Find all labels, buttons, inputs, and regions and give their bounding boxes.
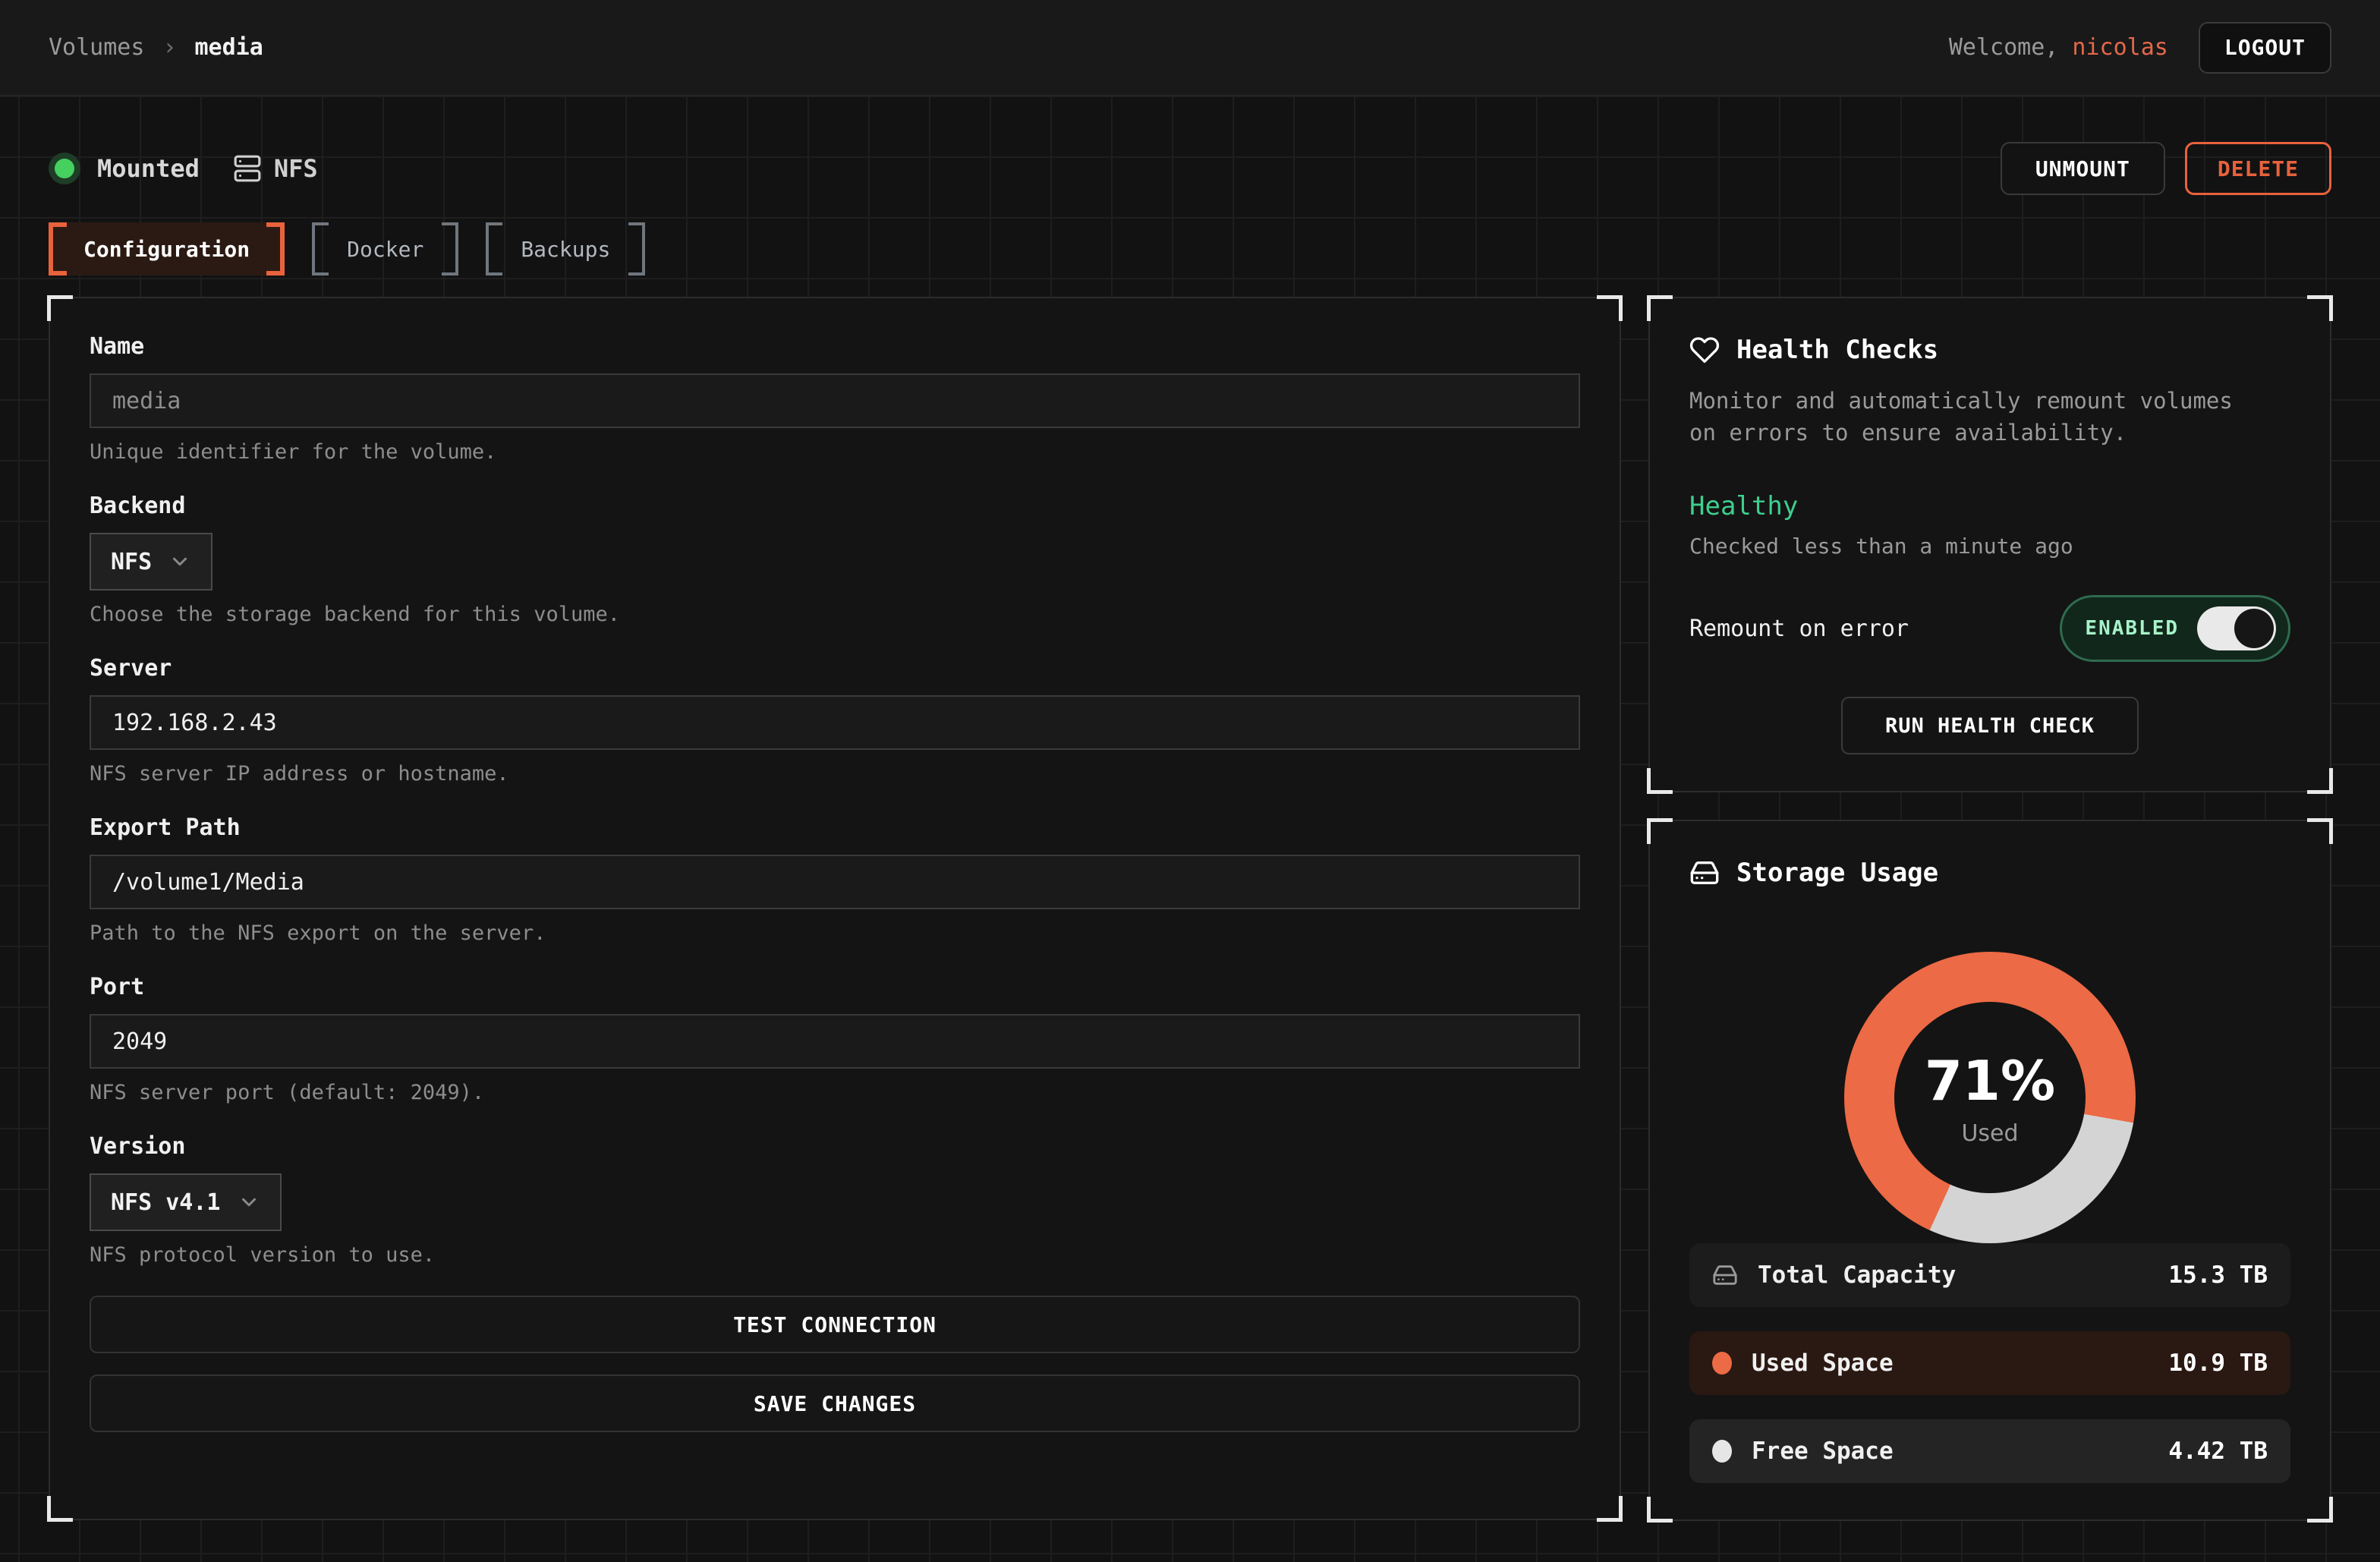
mount-status: Mounted	[49, 153, 200, 184]
remount-toggle-label: ENABLED	[2085, 617, 2179, 640]
welcome-text: Welcome, nicolas	[1949, 34, 2168, 61]
export-path-field-group: Export Path Path to the NFS export on th…	[90, 814, 1580, 945]
backend-field-group: Backend NFS Choose the storage backend f…	[90, 493, 1580, 626]
toggle-knob	[2234, 609, 2274, 648]
tab-bar: Configuration Docker Backups	[49, 222, 2331, 276]
server-field-group: Server NFS server IP address or hostname…	[90, 655, 1580, 786]
name-field-group: Name Unique identifier for the volume.	[90, 333, 1580, 464]
delete-button[interactable]: DELETE	[2185, 142, 2331, 195]
unmount-button[interactable]: UNMOUNT	[2001, 142, 2165, 195]
breadcrumb-current-volume: media	[195, 34, 263, 61]
version-helper: NFS protocol version to use.	[90, 1243, 1580, 1267]
free-space-dot-icon	[1712, 1440, 1732, 1463]
health-status-badge: Healthy	[1689, 491, 2290, 521]
free-space-row: Free Space 4.42 TB	[1689, 1419, 2290, 1483]
hard-drive-icon	[1689, 858, 1720, 888]
corner-bracket	[2307, 768, 2333, 794]
volume-status-row: Mounted NFS UNMOUNT DELETE	[49, 142, 2331, 195]
backend-badge: NFS	[233, 154, 318, 183]
storage-percent-caption: Used	[1961, 1120, 2018, 1147]
total-capacity-row: Total Capacity 15.3 TB	[1689, 1243, 2290, 1307]
used-space-value: 10.9 TB	[2168, 1349, 2268, 1377]
free-space-value: 4.42 TB	[2168, 1438, 2268, 1465]
mount-status-label: Mounted	[97, 154, 200, 183]
breadcrumb: Volumes › media	[49, 34, 263, 61]
corner-bracket	[1647, 295, 1673, 321]
used-space-dot-icon	[1712, 1352, 1732, 1375]
used-space-label: Used Space	[1752, 1349, 1894, 1377]
server-label: Server	[90, 655, 1580, 682]
health-last-checked: Checked less than a minute ago	[1689, 534, 2290, 559]
corner-bracket	[2307, 1497, 2333, 1523]
corner-bracket	[2307, 818, 2333, 844]
port-input[interactable]	[90, 1014, 1580, 1069]
free-space-label: Free Space	[1752, 1438, 1894, 1465]
corner-bracket	[1597, 1496, 1623, 1522]
corner-bracket	[1647, 768, 1673, 794]
tab-docker[interactable]: Docker	[312, 222, 458, 276]
backend-helper: Choose the storage backend for this volu…	[90, 603, 1580, 626]
heart-icon	[1689, 335, 1720, 365]
version-field-group: Version NFS v4.1 NFS protocol version to…	[90, 1133, 1580, 1267]
health-panel-title-text: Health Checks	[1736, 335, 1938, 365]
corner-bracket	[1597, 295, 1623, 321]
username: nicolas	[2072, 34, 2168, 61]
used-space-row: Used Space 10.9 TB	[1689, 1331, 2290, 1395]
corner-bracket	[47, 295, 73, 321]
breadcrumb-volumes-link[interactable]: Volumes	[49, 34, 144, 61]
total-capacity-value: 15.3 TB	[2168, 1261, 2268, 1289]
storage-usage-panel: Storage Usage 71% Used Total Capa	[1648, 820, 2331, 1521]
name-input[interactable]	[90, 373, 1580, 428]
export-path-helper: Path to the NFS export on the server.	[90, 921, 1580, 945]
backend-select-value: NFS	[111, 549, 152, 575]
toggle-track	[2197, 606, 2276, 650]
tab-configuration[interactable]: Configuration	[49, 222, 285, 276]
storage-donut-chart: 71% Used	[1844, 952, 2136, 1243]
corner-bracket	[1647, 818, 1673, 844]
configuration-panel: Name Unique identifier for the volume. B…	[49, 297, 1621, 1520]
run-health-check-button[interactable]: RUN HEALTH CHECK	[1841, 697, 2139, 754]
version-select[interactable]: NFS v4.1	[90, 1173, 282, 1231]
name-label: Name	[90, 333, 1580, 360]
backend-badge-label: NFS	[274, 154, 318, 183]
total-capacity-label: Total Capacity	[1758, 1261, 1956, 1289]
corner-bracket	[1647, 1497, 1673, 1523]
chevron-down-icon	[168, 550, 191, 573]
port-field-group: Port NFS server port (default: 2049).	[90, 974, 1580, 1104]
export-path-input[interactable]	[90, 855, 1580, 909]
mounted-status-icon	[49, 153, 80, 184]
export-path-label: Export Path	[90, 814, 1580, 841]
server-input[interactable]	[90, 695, 1580, 750]
remount-setting-row: Remount on error ENABLED	[1689, 595, 2290, 662]
version-label: Version	[90, 1133, 1580, 1160]
storage-panel-title: Storage Usage	[1689, 858, 2290, 888]
chevron-down-icon	[238, 1191, 260, 1214]
save-changes-button[interactable]: SAVE CHANGES	[90, 1375, 1580, 1432]
version-select-value: NFS v4.1	[111, 1189, 221, 1216]
chevron-right-icon: ›	[162, 34, 176, 61]
test-connection-button[interactable]: TEST CONNECTION	[90, 1296, 1580, 1353]
tab-backups[interactable]: Backups	[486, 222, 645, 276]
health-description: Monitor and automatically remount volume…	[1689, 385, 2266, 449]
health-panel-title: Health Checks	[1689, 335, 2290, 365]
logout-button[interactable]: LOGOUT	[2199, 22, 2331, 74]
storage-panel-title-text: Storage Usage	[1736, 858, 1938, 888]
backend-select[interactable]: NFS	[90, 533, 212, 590]
port-label: Port	[90, 974, 1580, 1000]
storage-percent-value: 71%	[1925, 1049, 2055, 1113]
port-helper: NFS server port (default: 2049).	[90, 1081, 1580, 1104]
remount-label: Remount on error	[1689, 616, 1909, 642]
remount-toggle[interactable]: ENABLED	[2060, 595, 2290, 662]
top-bar: Volumes › media Welcome, nicolas LOGOUT	[0, 0, 2380, 96]
welcome-prefix: Welcome,	[1949, 34, 2073, 61]
name-helper: Unique identifier for the volume.	[90, 440, 1580, 464]
backend-label: Backend	[90, 493, 1580, 519]
corner-bracket	[2307, 295, 2333, 321]
server-helper: NFS server IP address or hostname.	[90, 762, 1580, 786]
corner-bracket	[47, 1496, 73, 1522]
health-checks-panel: Health Checks Monitor and automatically …	[1648, 297, 2331, 792]
server-icon	[233, 154, 262, 183]
hard-drive-icon	[1712, 1262, 1738, 1288]
